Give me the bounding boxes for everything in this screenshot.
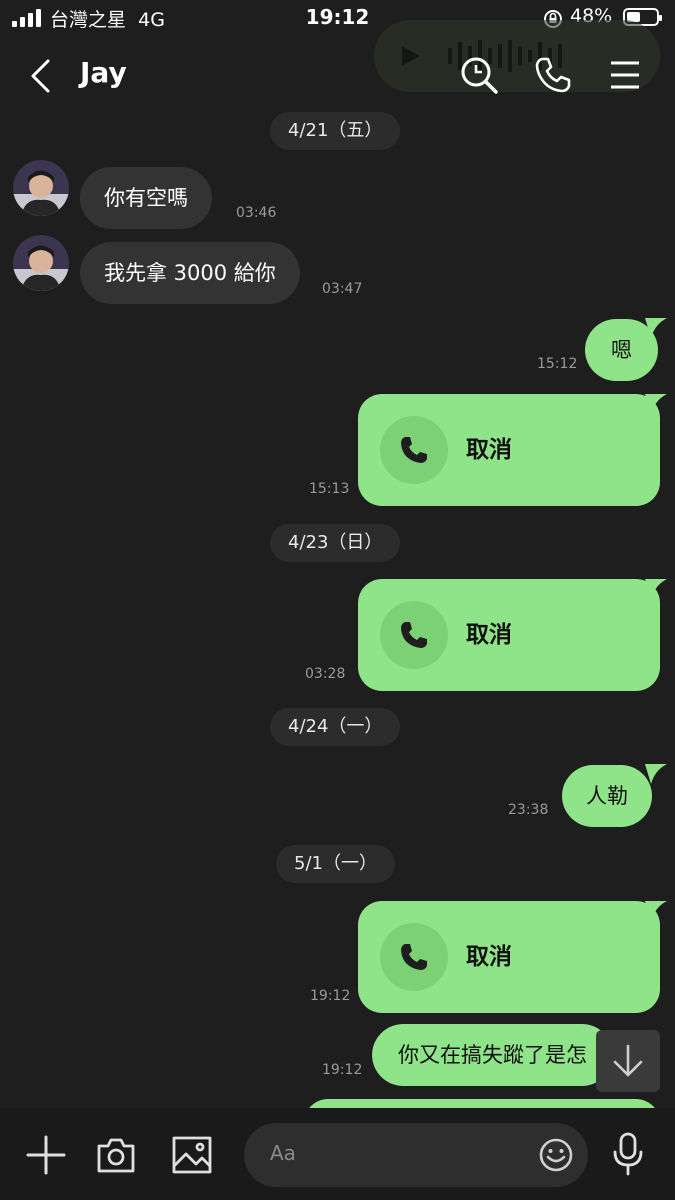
camera-icon[interactable] bbox=[96, 1136, 136, 1174]
bubble-tail bbox=[645, 764, 667, 784]
call-label: 取消 bbox=[466, 437, 512, 463]
avatar-image bbox=[13, 160, 69, 216]
message-outgoing[interactable]: 你又在搞失蹤了是怎 bbox=[372, 1024, 613, 1086]
menu-icon[interactable] bbox=[610, 60, 640, 90]
bubble-tail bbox=[645, 318, 667, 338]
date-separator: 4/21（五） bbox=[270, 112, 401, 150]
date-separator: 5/1（一） bbox=[276, 845, 395, 883]
phone-icon-circle bbox=[380, 923, 448, 991]
date-separator: 4/24（一） bbox=[270, 708, 401, 746]
search-icon[interactable] bbox=[460, 56, 498, 94]
call-label: 取消 bbox=[466, 944, 512, 970]
message-time: 23:38 bbox=[508, 802, 549, 818]
date-separator: 4/23（日） bbox=[270, 524, 401, 562]
bubble-tail bbox=[645, 579, 667, 599]
bubble-tail bbox=[645, 901, 667, 921]
message-time: 19:12 bbox=[322, 1062, 363, 1078]
phone-icon bbox=[401, 437, 427, 463]
bubble-tail bbox=[645, 394, 667, 414]
chat-header: Jay bbox=[0, 38, 675, 112]
phone-icon bbox=[401, 944, 427, 970]
phone-icon bbox=[401, 622, 427, 648]
avatar-image bbox=[13, 235, 69, 291]
message-input[interactable]: Aa bbox=[244, 1123, 588, 1187]
arrow-down-icon bbox=[613, 1044, 643, 1077]
chat-title[interactable]: Jay bbox=[80, 56, 127, 89]
message-time: 19:12 bbox=[310, 988, 351, 1004]
input-placeholder: Aa bbox=[270, 1141, 296, 1165]
call-message[interactable]: 取消 bbox=[358, 579, 660, 691]
phone-icon-circle bbox=[380, 416, 448, 484]
message-time: 15:12 bbox=[537, 356, 578, 372]
message-time: 03:28 bbox=[305, 666, 346, 682]
emoji-icon[interactable] bbox=[538, 1137, 574, 1173]
avatar[interactable] bbox=[13, 235, 69, 291]
scroll-down-button[interactable] bbox=[596, 1030, 660, 1092]
call-message[interactable]: 取消 bbox=[358, 394, 660, 506]
plus-icon[interactable] bbox=[26, 1135, 66, 1175]
call-message[interactable]: 取消 bbox=[358, 901, 660, 1013]
phone-icon-circle bbox=[380, 601, 448, 669]
message-incoming[interactable]: 你有空嗎 bbox=[80, 167, 212, 229]
message-outgoing[interactable]: 人勒 bbox=[562, 765, 652, 827]
message-time: 03:46 bbox=[236, 205, 277, 221]
message-time: 15:13 bbox=[309, 481, 350, 497]
phone-icon[interactable] bbox=[534, 56, 572, 94]
call-label: 取消 bbox=[466, 622, 512, 648]
microphone-icon[interactable] bbox=[612, 1132, 644, 1176]
avatar[interactable] bbox=[13, 160, 69, 216]
message-incoming[interactable]: 我先拿 3000 給你 bbox=[80, 242, 300, 304]
chevron-left-icon[interactable] bbox=[28, 58, 52, 94]
image-icon[interactable] bbox=[172, 1136, 212, 1174]
message-time: 03:47 bbox=[322, 281, 363, 297]
